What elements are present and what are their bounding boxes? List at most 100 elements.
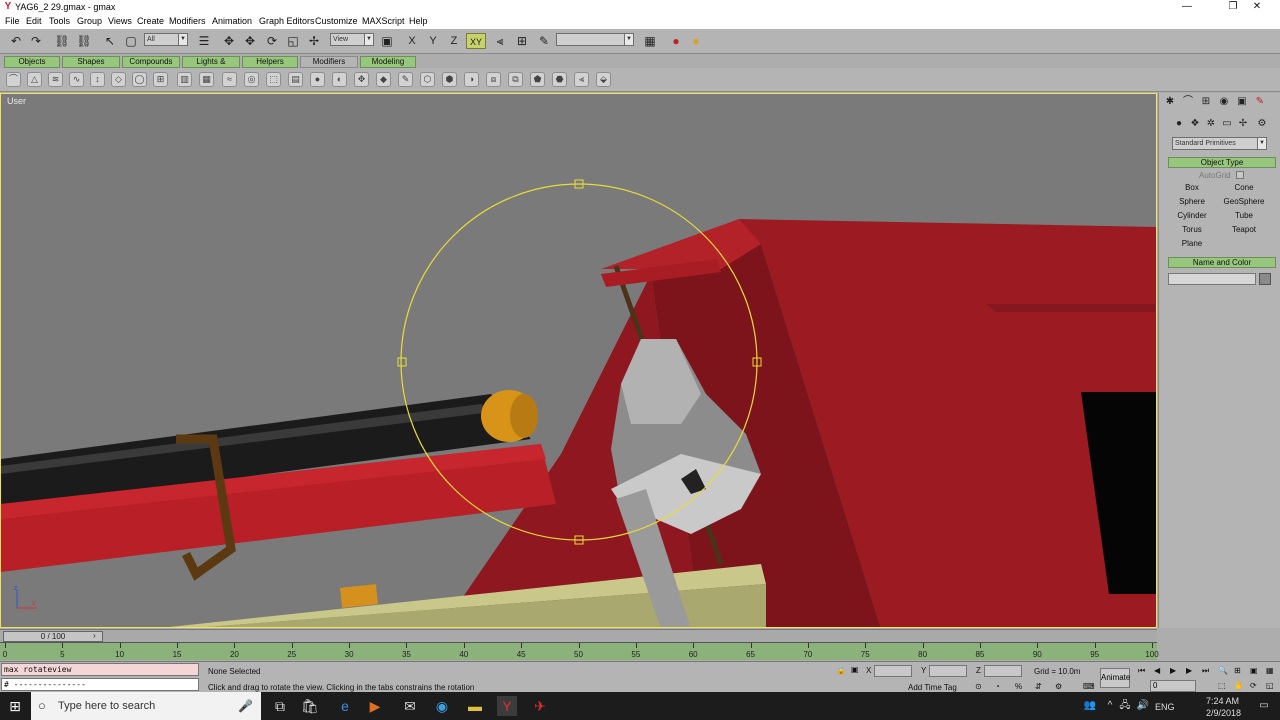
add-time-tag-button[interactable]: Add Time Tag [908,683,957,692]
volume-icon[interactable]: 🔊 [1133,696,1153,716]
goto-start-icon[interactable]: ⏮ [1138,666,1145,676]
axis-z-button[interactable]: Z [446,33,462,49]
modifier-noise-icon[interactable]: ∿ [69,72,84,87]
game-taskbar-icon[interactable]: ✈ [530,696,550,716]
create-panel-icon[interactable]: ✱ [1162,95,1178,109]
modifier-select-icon[interactable]: ⬡ [420,72,435,87]
modifier-smooth-icon[interactable]: ● [310,72,325,87]
next-frame-icon[interactable]: ▶ [1186,666,1192,675]
pivot-center-icon[interactable]: ▣ [379,33,395,49]
language-indicator[interactable]: ENG [1155,702,1175,712]
box-button[interactable]: Box [1168,182,1216,194]
task-view-icon[interactable]: ⧉ [270,696,290,716]
media-icon[interactable]: ▶ [365,696,385,716]
modifier-twist-icon[interactable]: ≋ [48,72,63,87]
time-slider[interactable]: 0 / 100 › [0,629,1157,642]
gmax-taskbar-icon[interactable]: Y [497,696,517,716]
modifier-spherify-icon[interactable]: ◯ [132,72,147,87]
maxscript-listener-input[interactable]: # --------------- [1,678,199,691]
object-color-swatch[interactable] [1259,273,1271,285]
object-name-input[interactable] [1168,273,1256,285]
category-dropdown[interactable]: Standard Primitives ▼ [1172,137,1267,150]
keyboard-shortcut-icon[interactable]: ⌨ [1083,682,1095,691]
microphone-icon[interactable]: 🎤 [238,692,253,720]
menu-edit[interactable]: Edit [26,16,42,26]
minimize-button[interactable]: — [1164,0,1210,14]
menu-maxscript[interactable]: MAXScript [362,16,405,26]
maximize-viewport-icon[interactable]: ◱ [1266,681,1274,690]
y-coord-field[interactable] [929,665,967,677]
link-icon[interactable]: ⛓ [54,33,70,49]
tab-compounds[interactable]: Compounds [122,56,180,68]
cylinder-button[interactable]: Cylinder [1168,210,1216,222]
modify-panel-icon[interactable]: ⌒ [1180,95,1196,109]
unlink-icon[interactable]: ⛓ [76,33,92,49]
x-coord-field[interactable] [874,665,912,677]
modifier-lathe-icon[interactable]: ◑ [464,72,479,87]
pan-icon[interactable]: ✋ [1234,681,1244,690]
autogrid-checkbox[interactable] [1236,171,1244,179]
redo-icon[interactable]: ↷ [28,33,44,49]
action-center-icon[interactable]: ▭ [1254,696,1274,716]
clock-time[interactable]: 7:24 AM [1206,696,1239,706]
modifier-tessellate-icon[interactable]: ⬣ [552,72,567,87]
named-selection-icon[interactable]: ✎ [536,33,552,49]
modifier-ffd-icon[interactable]: ⊞ [153,72,168,87]
modifier-lattice-icon[interactable]: ▥ [177,72,192,87]
percent-snap-icon[interactable]: % [1015,682,1022,691]
animate-button[interactable]: Animate [1100,668,1130,688]
render-icon[interactable]: ● [668,33,684,49]
arc-rotate-icon[interactable]: ⟳ [1250,681,1257,690]
clock-date[interactable]: 2/9/2018 [1206,708,1241,718]
align-icon[interactable]: ⊞ [514,33,530,49]
rotate-icon[interactable]: ⟳ [264,33,280,49]
windows-start-icon[interactable]: ⊞ [5,696,25,716]
spacewarps-icon[interactable]: ⚙ [1254,117,1270,131]
quick-render-icon[interactable]: ● [688,33,704,49]
file-explorer-icon[interactable]: ▬ [465,696,485,716]
current-frame-field[interactable]: 0 [1150,680,1196,692]
modifier-mesh-icon[interactable]: ▦ [199,72,214,87]
utilities-panel-icon[interactable]: ✎ [1252,95,1268,109]
menu-graph-editors[interactable]: Graph Editors [259,16,315,26]
browser-icon[interactable]: ◉ [432,696,452,716]
zoom-extents-icon[interactable]: ▣ [1250,666,1258,675]
select-by-name-icon[interactable]: ☰ [196,33,212,49]
modifier-wave-icon[interactable]: ≈ [222,72,237,87]
tube-button[interactable]: Tube [1220,210,1268,222]
select-region-icon[interactable]: ▢ [123,33,139,49]
helpers-icon[interactable]: ✢ [1235,117,1251,131]
modifier-shell-icon[interactable]: ⬙ [596,72,611,87]
sphere-button[interactable]: Sphere [1168,196,1216,208]
modifier-ripple-icon[interactable]: ◎ [244,72,259,87]
menu-animation[interactable]: Animation [212,16,252,26]
chevron-right-icon[interactable]: › [93,631,96,640]
cameras-icon[interactable]: ▭ [1219,117,1235,131]
modifier-stretch-icon[interactable]: ↕ [90,72,105,87]
tab-objects[interactable]: Objects [4,56,60,68]
plane-button[interactable]: Plane [1168,238,1216,250]
display-panel-icon[interactable]: ▣ [1234,95,1250,109]
object-type-rollout[interactable]: Object Type [1168,157,1276,168]
move-icon[interactable]: ✥ [221,33,237,49]
close-button[interactable]: ✕ [1234,0,1280,14]
shapes-icon[interactable]: ❖ [1187,117,1203,131]
snap-settings-icon[interactable]: ⚙ [1055,682,1062,691]
modifier-displace-icon[interactable]: ⬚ [266,72,281,87]
spinner-snap-icon[interactable]: ⇵ [1035,682,1042,691]
mirror-icon[interactable]: ⫷ [492,33,508,49]
menu-views[interactable]: Views [108,16,132,26]
lights-icon[interactable]: ✲ [1203,117,1219,131]
track-bar[interactable]: 0 5 10 15 20 25 30 35 40 45 50 55 60 65 70 75 80 85 90 95 10… [0,642,1159,660]
manipulate-icon[interactable]: ✢ [306,33,322,49]
modifier-squeeze-icon[interactable]: ◇ [111,72,126,87]
modifier-taper-icon[interactable]: △ [27,72,42,87]
material-editor-icon[interactable]: ▦ [642,33,658,49]
people-icon[interactable]: 👥 [1080,696,1100,716]
snap-toggle-icon[interactable]: ⊙ [975,682,982,691]
menu-modifiers[interactable]: Modifiers [169,16,206,26]
modifier-edit-icon[interactable]: ✎ [398,72,413,87]
axis-y-button[interactable]: Y [425,33,441,49]
modifier-optimize-icon[interactable]: ◆ [376,72,391,87]
maxscript-listener-output[interactable]: max rotateview [1,663,199,676]
